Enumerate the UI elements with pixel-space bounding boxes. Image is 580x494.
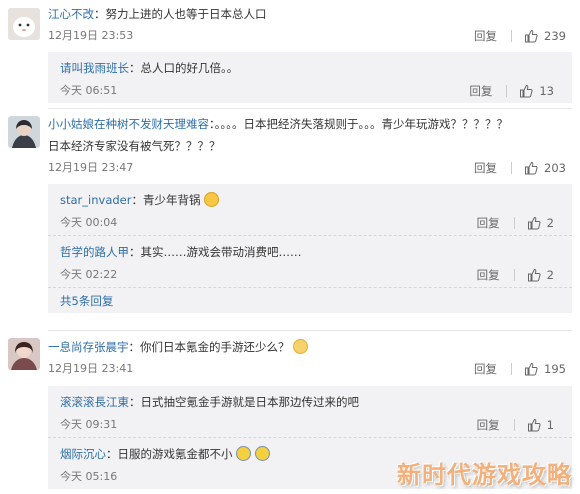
- like-count: 239: [544, 29, 566, 43]
- avatar[interactable]: [8, 116, 40, 148]
- action-divider: [511, 363, 513, 375]
- like-count: 195: [544, 362, 566, 376]
- like-count: 13: [539, 84, 554, 98]
- avatar[interactable]: [8, 338, 40, 370]
- reply-item: 滚滚滚長江東：日式抽空氪金手游就是日本那边传过来的吧 今天 09:31 回复 1: [48, 386, 572, 437]
- comment-username[interactable]: 江心不改: [48, 7, 94, 21]
- reply-text: ：总人口的好几倍。。: [129, 61, 239, 75]
- reply-time: 今天 05:16: [60, 470, 118, 483]
- reply-button[interactable]: 回复: [469, 79, 492, 103]
- reply-item: 哲学的路人甲：其实……游戏会带动消费吧…… 今天 02:22 回复 2: [48, 235, 572, 287]
- reply-text: ：其实……游戏会带动消费吧……: [129, 245, 302, 259]
- reply-button[interactable]: 回复: [477, 263, 500, 287]
- like-button[interactable]: 2: [527, 211, 554, 235]
- like-count: 2: [546, 268, 554, 282]
- like-button[interactable]: 239: [524, 25, 566, 47]
- like-button[interactable]: 13: [519, 79, 554, 103]
- comment-divider: [48, 108, 572, 109]
- reply-username[interactable]: 哲学的路人甲: [60, 245, 129, 259]
- comment-actions: 回复 239: [474, 25, 566, 47]
- comment-text: 一息尚存张晨宇：你们日本氪金的手游还少么？: [48, 336, 566, 358]
- comment-actions: 回复 203: [474, 157, 566, 179]
- reply-item: 请叫我雨班长：总人口的好几倍。。 今天 06:51 回复 13: [48, 52, 572, 103]
- action-divider: [506, 85, 508, 97]
- comment-meta: 12月19日 23:41 回复 195: [48, 358, 566, 380]
- reply-username[interactable]: 请叫我雨班长: [60, 61, 129, 75]
- reply-box: star_invader：青少年背锅 今天 00:04 回复 2 哲学的路人甲：…: [48, 184, 572, 313]
- thumbs-up-icon: [525, 161, 538, 175]
- thumbs-up-icon: [527, 268, 541, 282]
- reply-button[interactable]: 回复: [474, 25, 497, 47]
- reply-box: 请叫我雨班长：总人口的好几倍。。 今天 06:51 回复 13: [48, 52, 572, 103]
- thumbs-up-icon: [527, 418, 541, 432]
- facepalm-emoji-icon: [204, 192, 220, 207]
- action-divider: [513, 269, 515, 281]
- like-button[interactable]: 195: [524, 358, 566, 380]
- reply-text: ：日式抽空氪金手游就是日本那边传过来的吧: [129, 395, 359, 409]
- comment-meta: 12月19日 23:47 回复 203: [48, 157, 566, 179]
- reply-username[interactable]: 滚滚滚長江東: [60, 395, 129, 409]
- reply-button[interactable]: 回复: [477, 211, 500, 235]
- action-divider: [511, 162, 513, 174]
- reply-text: ：青少年背锅: [131, 193, 201, 207]
- thumbs-up-icon: [520, 84, 533, 98]
- like-count: 1: [546, 418, 554, 432]
- comment-time: 12月19日 23:41: [48, 362, 134, 375]
- reply-button[interactable]: 回复: [474, 358, 497, 380]
- comment-username[interactable]: 小小姑娘在种树不发财天理难容: [48, 117, 209, 131]
- more-replies-link[interactable]: 共5条回复: [48, 287, 572, 313]
- reply-username[interactable]: star_invader: [60, 193, 131, 207]
- cat-emoji-icon: [293, 339, 309, 354]
- like-button[interactable]: 2: [527, 263, 554, 287]
- reply-time: 今天 00:04: [60, 216, 118, 229]
- reply-text: ：日服的游戏氪金都不小: [106, 447, 233, 461]
- comment-time: 12月19日 23:47: [48, 161, 134, 174]
- minion-emoji-icon: [236, 446, 252, 461]
- reply-username[interactable]: 烟际沉心: [60, 447, 106, 461]
- comment-username[interactable]: 一息尚存张晨宇: [48, 340, 129, 354]
- like-button[interactable]: 203: [524, 157, 566, 179]
- like-count: 203: [544, 161, 566, 175]
- reply-button[interactable]: 回复: [474, 157, 497, 179]
- comment-meta: 12月19日 23:53 回复 239: [48, 25, 566, 47]
- reply-item: star_invader：青少年背锅 今天 00:04 回复 2: [48, 184, 572, 235]
- like-count: 2: [546, 216, 554, 230]
- reply-time: 今天 06:51: [60, 84, 118, 97]
- minion-emoji-icon: [254, 446, 270, 461]
- comment-text: 江心不改：努力上进的人也等于日本总人口: [48, 7, 267, 21]
- reply-time: 今天 02:22: [60, 268, 118, 281]
- reply-button[interactable]: 回复: [477, 413, 500, 437]
- thumbs-up-icon: [525, 362, 538, 376]
- comment-text: 小小姑娘在种树不发财天理难容：。。。。日本把经济失落规则于。。。青少年玩游戏？？…: [48, 117, 508, 153]
- action-divider: [513, 419, 515, 431]
- action-divider: [513, 217, 515, 229]
- avatar[interactable]: [8, 8, 40, 40]
- reply-time: 今天 09:31: [60, 418, 118, 431]
- comment-actions: 回复 195: [474, 358, 566, 380]
- like-button[interactable]: 1: [527, 413, 554, 437]
- watermark: 新时代游戏攻略: [397, 461, 572, 489]
- action-divider: [511, 30, 513, 42]
- comment-time: 12月19日 23:53: [48, 29, 134, 42]
- comment-divider: [48, 330, 572, 331]
- thumbs-up-icon: [527, 216, 541, 230]
- thumbs-up-icon: [525, 29, 538, 43]
